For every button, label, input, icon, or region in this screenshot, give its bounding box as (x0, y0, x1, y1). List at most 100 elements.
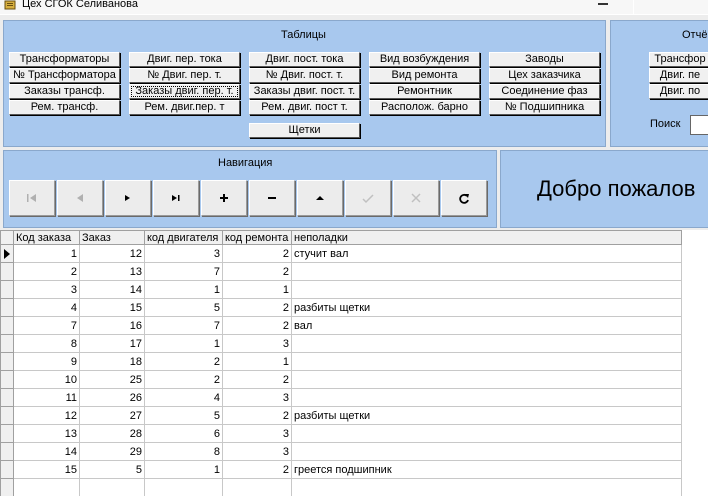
cell-faults[interactable] (291, 352, 682, 371)
table-row[interactable]: 12 27 5 2 разбиты щетки (0, 406, 682, 425)
table-row[interactable]: 8 17 1 3 (0, 334, 682, 353)
row-indicator[interactable] (0, 478, 14, 496)
cell-motor-code[interactable]: 1 (144, 280, 223, 299)
cell-repair-code[interactable]: 2 (222, 298, 292, 317)
cell-faults[interactable] (291, 262, 682, 281)
row-indicator[interactable] (0, 460, 14, 479)
table-row[interactable]: 10 25 2 2 (0, 370, 682, 389)
cell-faults[interactable] (291, 370, 682, 389)
cell-order-code[interactable]: 2 (13, 262, 80, 281)
cell-order[interactable]: 17 (79, 334, 145, 353)
cell-order-code[interactable]: 9 (13, 352, 80, 371)
nav-insert-button[interactable] (201, 180, 247, 216)
cell-faults[interactable]: греется подшипник (291, 460, 682, 479)
cell-faults[interactable]: разбиты щетки (291, 406, 682, 425)
cell-order-code[interactable]: 4 (13, 298, 80, 317)
row-indicator[interactable] (0, 244, 14, 263)
cell-order[interactable]: 25 (79, 370, 145, 389)
empty-cell[interactable] (13, 478, 80, 496)
cell-repair-code[interactable]: 2 (222, 262, 292, 281)
report-transformers-button[interactable]: Трансфор (649, 52, 708, 67)
cell-order-code[interactable]: 13 (13, 424, 80, 443)
cell-motor-code[interactable]: 7 (144, 262, 223, 281)
row-indicator[interactable] (0, 388, 14, 407)
excitation-type-button[interactable]: Вид возбуждения (369, 52, 480, 67)
table-row[interactable]: 15 5 1 2 греется подшипник (0, 460, 682, 479)
row-indicator[interactable] (0, 352, 14, 371)
factories-button[interactable]: Заводы (489, 52, 600, 67)
cell-repair-code[interactable]: 3 (222, 334, 292, 353)
cell-faults[interactable]: разбиты щетки (291, 298, 682, 317)
cell-order-code[interactable]: 15 (13, 460, 80, 479)
ac-motor-orders-button[interactable]: Заказы двиг. пер. т. (129, 84, 240, 99)
row-indicator[interactable] (0, 406, 14, 425)
table-row[interactable]: 11 26 4 3 (0, 388, 682, 407)
table-row[interactable]: 7 16 7 2 вал (0, 316, 682, 335)
cell-order[interactable]: 12 (79, 244, 145, 263)
cell-order-code[interactable]: 1 (13, 244, 80, 263)
row-indicator[interactable] (0, 316, 14, 335)
column-header-repair-code[interactable]: код ремонта (222, 230, 292, 245)
cell-motor-code[interactable]: 2 (144, 370, 223, 389)
bearing-number-button[interactable]: № Подшипника (489, 100, 600, 115)
brushes-button[interactable]: Щетки (249, 123, 360, 138)
table-row-empty[interactable] (0, 478, 682, 496)
cell-repair-code[interactable]: 2 (222, 244, 292, 263)
cell-repair-code[interactable]: 1 (222, 280, 292, 299)
report-dc-motors-button[interactable]: Двиг. по (649, 84, 708, 99)
ac-motor-number-button[interactable]: № Двиг. пер. т. (129, 68, 240, 83)
cell-order-code[interactable]: 3 (13, 280, 80, 299)
cell-motor-code[interactable]: 5 (144, 298, 223, 317)
cell-motor-code[interactable]: 3 (144, 244, 223, 263)
cell-order[interactable]: 28 (79, 424, 145, 443)
cell-repair-code[interactable]: 3 (222, 424, 292, 443)
cell-motor-code[interactable]: 1 (144, 460, 223, 479)
table-row[interactable]: 14 29 8 3 (0, 442, 682, 461)
nav-refresh-button[interactable] (441, 180, 487, 216)
cell-motor-code[interactable]: 8 (144, 442, 223, 461)
cell-order-code[interactable]: 8 (13, 334, 80, 353)
cell-order-code[interactable]: 10 (13, 370, 80, 389)
row-indicator[interactable] (0, 262, 14, 281)
orders-grid[interactable]: Код заказа Заказ код двигателя код ремон… (0, 230, 708, 496)
table-row[interactable]: 13 28 6 3 (0, 424, 682, 443)
transformer-number-button[interactable]: № Трансформатора (9, 68, 120, 83)
cell-motor-code[interactable]: 4 (144, 388, 223, 407)
cell-faults[interactable] (291, 388, 682, 407)
dc-motor-orders-button[interactable]: Заказы двиг. пост. т. (249, 84, 360, 99)
cell-order-code[interactable]: 11 (13, 388, 80, 407)
table-row[interactable]: 3 14 1 1 (0, 280, 682, 299)
row-indicator[interactable] (0, 370, 14, 389)
cell-order-code[interactable]: 12 (13, 406, 80, 425)
empty-cell[interactable] (144, 478, 223, 496)
nav-delete-button[interactable] (249, 180, 295, 216)
dc-motors-button[interactable]: Двиг. пост. тока (249, 52, 360, 67)
nav-next-button[interactable] (105, 180, 151, 216)
cell-order[interactable]: 15 (79, 298, 145, 317)
cell-order[interactable]: 14 (79, 280, 145, 299)
cell-repair-code[interactable]: 2 (222, 370, 292, 389)
cell-repair-code[interactable]: 1 (222, 352, 292, 371)
transformers-button[interactable]: Трансформаторы (9, 52, 120, 67)
empty-cell[interactable] (79, 478, 145, 496)
cell-order[interactable]: 5 (79, 460, 145, 479)
cell-motor-code[interactable]: 5 (144, 406, 223, 425)
cell-repair-code[interactable]: 2 (222, 406, 292, 425)
phase-connection-button[interactable]: Соединение фаз (489, 84, 600, 99)
nav-post-button[interactable] (345, 180, 391, 216)
drum-location-button[interactable]: Располож. барно (369, 100, 480, 115)
repairman-button[interactable]: Ремонтник (369, 84, 480, 99)
cell-faults[interactable] (291, 280, 682, 299)
nav-last-button[interactable] (153, 180, 199, 216)
cell-motor-code[interactable]: 7 (144, 316, 223, 335)
cell-order-code[interactable]: 14 (13, 442, 80, 461)
customer-workshop-button[interactable]: Цех заказчика (489, 68, 600, 83)
cell-faults[interactable] (291, 442, 682, 461)
column-header-motor-code[interactable]: код двигателя (144, 230, 223, 245)
row-indicator[interactable] (0, 442, 14, 461)
row-indicator[interactable] (0, 424, 14, 443)
cell-motor-code[interactable]: 1 (144, 334, 223, 353)
column-header-order[interactable]: Заказ (79, 230, 145, 245)
dc-motor-repair-button[interactable]: Рем. двиг. пост т. (249, 100, 360, 115)
cell-order[interactable]: 29 (79, 442, 145, 461)
